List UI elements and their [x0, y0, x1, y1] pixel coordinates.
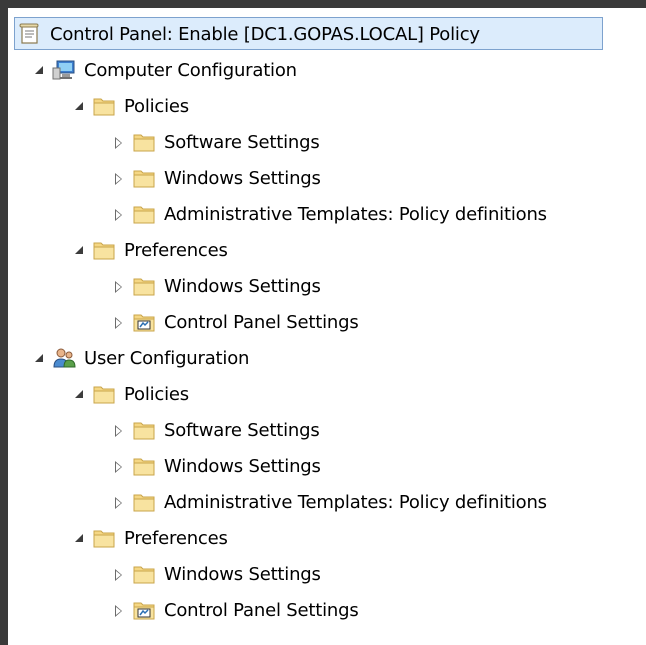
folder-icon — [92, 95, 116, 117]
folder-icon — [132, 275, 156, 297]
folder-icon — [132, 167, 156, 189]
tree-node-label: Windows Settings — [164, 455, 321, 477]
collapsed-arrow-icon[interactable] — [112, 171, 126, 185]
folder-icon — [132, 419, 156, 441]
tree-node[interactable]: Policies — [72, 376, 189, 412]
tree-node[interactable]: Windows Settings — [112, 448, 321, 484]
collapsed-arrow-icon[interactable] — [112, 603, 126, 617]
collapsed-arrow-icon[interactable] — [112, 207, 126, 221]
tree-node-label: Policies — [124, 95, 189, 117]
collapsed-arrow-icon[interactable] — [112, 495, 126, 509]
policy-document-icon — [18, 23, 42, 45]
folder-icon — [132, 455, 156, 477]
tree-node-label: Administrative Templates: Policy definit… — [164, 203, 547, 225]
computer-icon — [52, 59, 76, 81]
tree-node-label: Windows Settings — [164, 563, 321, 585]
tree-node[interactable]: Control Panel Settings — [112, 592, 359, 628]
tree-node[interactable]: Windows Settings — [112, 160, 321, 196]
tree-node-label: Computer Configuration — [84, 59, 297, 81]
tree-node-label: Software Settings — [164, 419, 320, 441]
tree-node-label: Windows Settings — [164, 167, 321, 189]
tree-root[interactable]: Control Panel: Enable [DC1.GOPAS.LOCAL] … — [18, 16, 480, 52]
user-icon — [52, 347, 76, 369]
collapsed-arrow-icon[interactable] — [112, 315, 126, 329]
tree-node[interactable]: Preferences — [72, 232, 228, 268]
folder-icon — [132, 563, 156, 585]
control-panel-folder-icon — [132, 599, 156, 621]
tree-node-label: Software Settings — [164, 131, 320, 153]
tree-root-label: Control Panel: Enable [DC1.GOPAS.LOCAL] … — [50, 23, 480, 45]
tree-node-label: Preferences — [124, 527, 228, 549]
folder-icon — [132, 131, 156, 153]
tree-node[interactable]: Software Settings — [112, 124, 320, 160]
expanded-arrow-icon[interactable] — [72, 387, 86, 401]
tree-node[interactable]: Software Settings — [112, 412, 320, 448]
collapsed-arrow-icon[interactable] — [112, 135, 126, 149]
folder-icon — [92, 239, 116, 261]
tree-node[interactable]: Administrative Templates: Policy definit… — [112, 196, 547, 232]
tree-node-label: Control Panel Settings — [164, 311, 359, 333]
tree-node[interactable]: Windows Settings — [112, 268, 321, 304]
tree-node-label: Policies — [124, 383, 189, 405]
tree-node-label: Administrative Templates: Policy definit… — [164, 491, 547, 513]
folder-icon — [132, 491, 156, 513]
tree-node-label: Preferences — [124, 239, 228, 261]
tree-node-label: Windows Settings — [164, 275, 321, 297]
tree-node-label: Control Panel Settings — [164, 599, 359, 621]
tree-node[interactable]: Administrative Templates: Policy definit… — [112, 484, 547, 520]
tree-node[interactable]: Control Panel Settings — [112, 304, 359, 340]
collapsed-arrow-icon[interactable] — [112, 459, 126, 473]
tree-node[interactable]: Policies — [72, 88, 189, 124]
tree-node-label: User Configuration — [84, 347, 250, 369]
tree-node[interactable]: Windows Settings — [112, 556, 321, 592]
expanded-arrow-icon[interactable] — [72, 531, 86, 545]
expanded-arrow-icon[interactable] — [72, 243, 86, 257]
folder-icon — [132, 203, 156, 225]
tree-node[interactable]: Preferences — [72, 520, 228, 556]
tree-node[interactable]: Computer Configuration — [32, 52, 297, 88]
control-panel-folder-icon — [132, 311, 156, 333]
collapsed-arrow-icon[interactable] — [112, 279, 126, 293]
expanded-arrow-icon[interactable] — [72, 99, 86, 113]
tree-panel: Control Panel: Enable [DC1.GOPAS.LOCAL] … — [8, 8, 646, 645]
folder-icon — [92, 383, 116, 405]
collapsed-arrow-icon[interactable] — [112, 567, 126, 581]
tree-node[interactable]: User Configuration — [32, 340, 249, 376]
collapsed-arrow-icon[interactable] — [112, 423, 126, 437]
expanded-arrow-icon[interactable] — [32, 351, 46, 365]
expanded-arrow-icon[interactable] — [32, 63, 46, 77]
folder-icon — [92, 527, 116, 549]
